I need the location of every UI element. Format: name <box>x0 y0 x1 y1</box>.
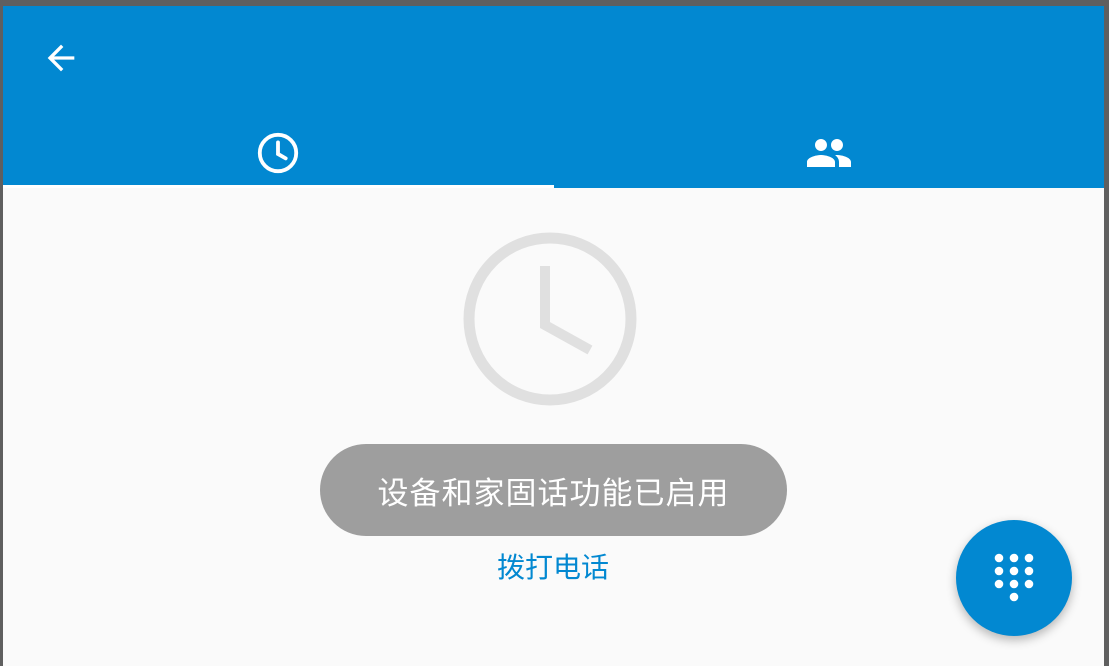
tab-selected-indicator <box>3 185 554 188</box>
clock-icon <box>258 132 299 174</box>
tab-recents[interactable] <box>3 118 554 188</box>
toast-text: 设备和家固话功能已启用 <box>377 475 730 512</box>
tab-bar <box>3 118 1104 188</box>
people-icon <box>806 139 851 167</box>
arrow-back-icon <box>47 44 75 72</box>
dialpad-fab-button[interactable] <box>956 520 1072 636</box>
toast-message: 设备和家固话功能已启用 <box>320 444 787 536</box>
dialpad-icon <box>994 553 1034 602</box>
back-button[interactable] <box>39 36 83 80</box>
empty-state-clock-icon <box>463 232 637 406</box>
tab-contacts[interactable] <box>554 118 1105 188</box>
make-call-link[interactable]: 拨打电话 <box>453 544 653 588</box>
app-bar <box>3 6 1104 188</box>
app-window: 设备和家固话功能已启用 拨打电话 <box>3 6 1104 666</box>
